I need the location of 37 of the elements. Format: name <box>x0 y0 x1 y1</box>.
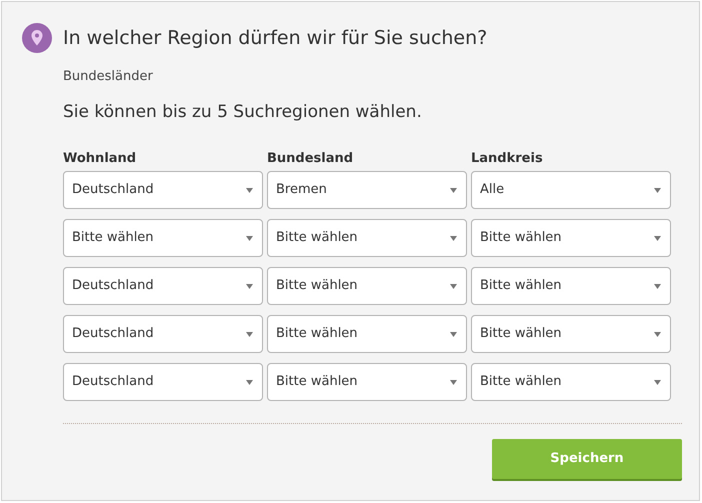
column-header: Wohnland <box>63 150 138 168</box>
dialog-title: In welcher Region dürfen wir für Sie suchen? <box>63 26 488 51</box>
caret-icon <box>654 332 661 336</box>
caret-icon <box>654 380 661 384</box>
dropdown-select[interactable]: Bitte wählen <box>471 315 671 353</box>
caret-icon <box>246 380 253 384</box>
column-header: Landkreis <box>471 150 544 168</box>
dropdown-select[interactable]: Alle <box>471 171 671 209</box>
dropdown-select[interactable]: Bitte wählen <box>267 219 467 257</box>
caret-icon <box>450 332 457 336</box>
dropdown-select[interactable]: Deutschland <box>63 363 263 401</box>
dropdown-select[interactable]: Bitte wählen <box>471 219 671 257</box>
caret-icon <box>654 236 661 240</box>
caret-icon <box>450 284 457 288</box>
caret-icon <box>450 380 457 384</box>
dropdown-select[interactable]: Bitte wählen <box>267 363 467 401</box>
dropdown-select[interactable]: Bitte wählen <box>471 363 671 401</box>
dropdown-select[interactable]: Bitte wählen <box>267 315 467 353</box>
caret-icon <box>246 332 253 336</box>
dropdown-select[interactable]: Deutschland <box>63 171 263 209</box>
dropdown-select[interactable]: Bitte wählen <box>63 219 263 257</box>
caret-icon <box>654 284 661 288</box>
caret-icon <box>450 188 457 192</box>
caret-icon <box>246 188 253 192</box>
caret-icon <box>654 188 661 192</box>
dropdown-select[interactable]: Deutschland <box>63 267 263 305</box>
caret-icon <box>246 236 253 240</box>
caret-icon <box>246 284 253 288</box>
caret-icon <box>450 236 457 240</box>
dropdown-select[interactable]: Bitte wählen <box>471 267 671 305</box>
column-header: Bundesland <box>267 150 354 168</box>
dropdown-select[interactable]: Bremen <box>267 171 467 209</box>
dropdown-select[interactable]: Bitte wählen <box>267 267 467 305</box>
location-pin-icon <box>22 23 52 53</box>
section-label: Bundesländer <box>63 68 154 86</box>
instruction-text: Sie können bis zu 5 Suchregionen wählen. <box>63 100 423 124</box>
dropdown-select[interactable]: Deutschland <box>63 315 263 353</box>
